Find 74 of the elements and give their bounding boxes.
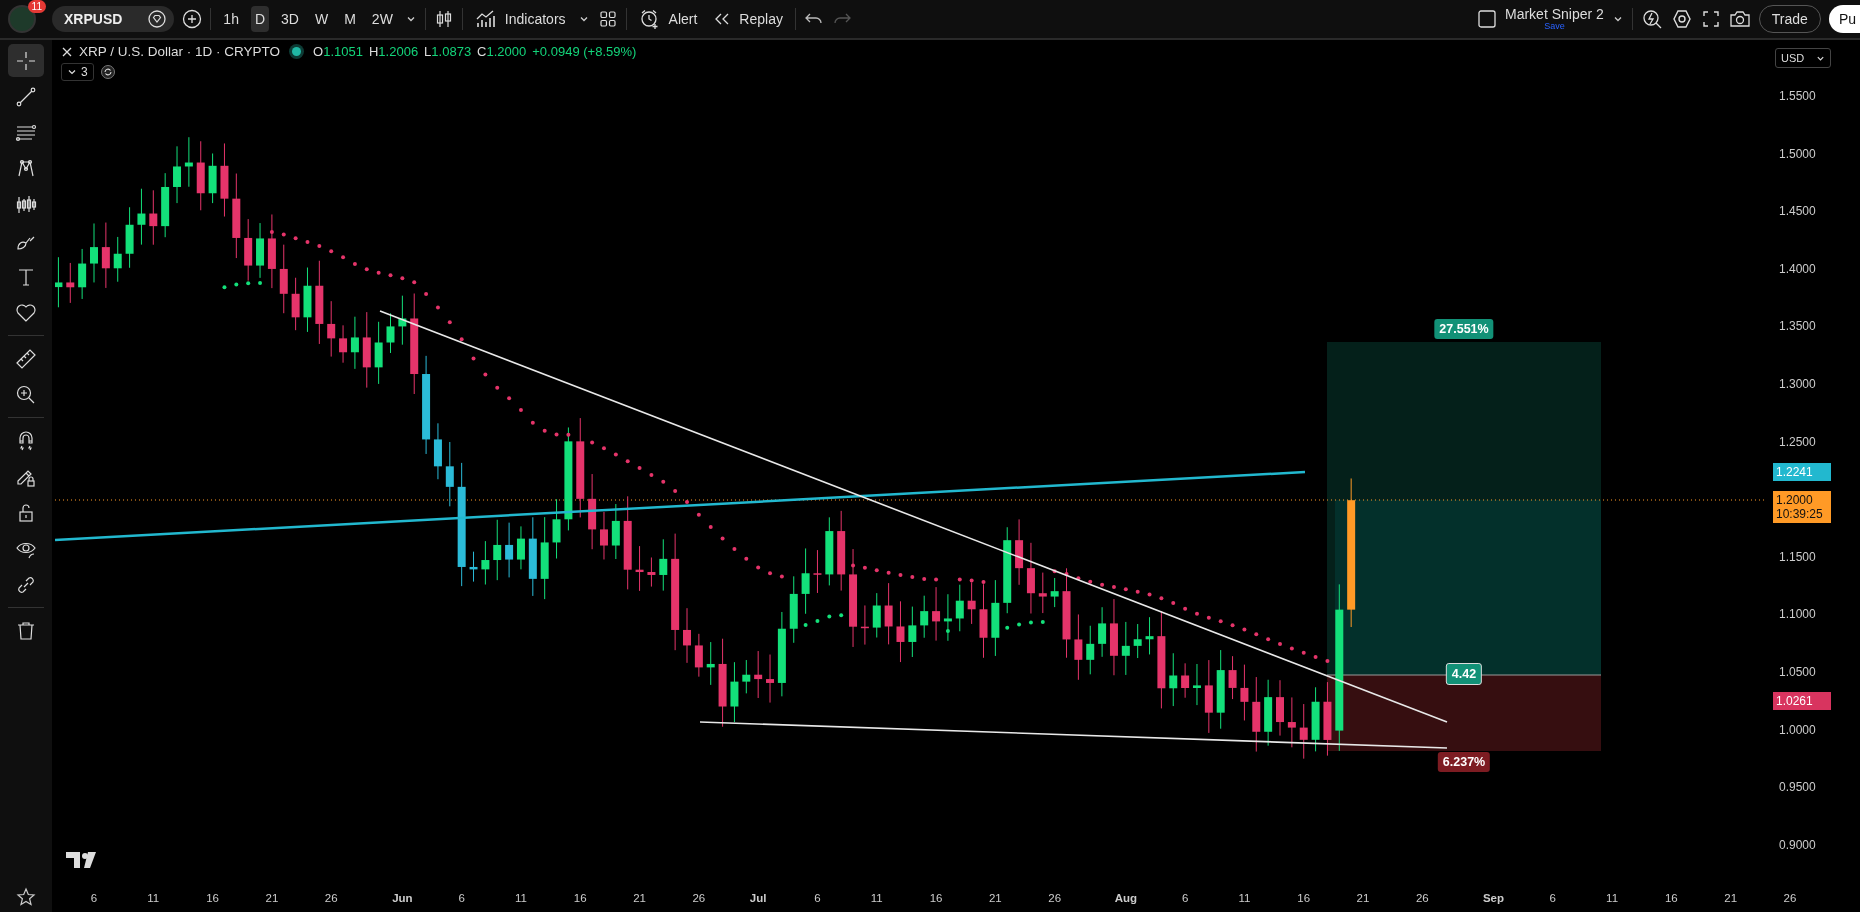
time-tick: 21 [1356, 892, 1370, 904]
price-value: 1.0261 [1776, 693, 1814, 708]
price-tick: 1.1000 [1779, 607, 1816, 622]
price-tick: 1.4500 [1779, 204, 1816, 219]
symbol-title: XRP / U.S. Dollar · 1D · CRYPTO [79, 44, 281, 59]
currency-dropdown[interactable]: USD [1775, 48, 1831, 68]
indicators-toggle[interactable]: 3 [61, 63, 94, 81]
ohlc-value: 1.0873 [431, 44, 472, 59]
risk-reward-ratio: 4.42 [1445, 663, 1483, 685]
time-tick: 11 [1606, 892, 1619, 904]
notification-badge: 11 [27, 0, 46, 13]
time-tick: 26 [692, 892, 706, 904]
time-tick: 26 [1415, 892, 1429, 904]
time-tick: 11 [147, 892, 160, 904]
price-tick: 1.4000 [1779, 261, 1816, 276]
ohlc-value: 1.2000 [486, 44, 527, 59]
ohlc-label: H [368, 44, 379, 59]
interval-button[interactable]: 1h [219, 6, 243, 32]
interval-button[interactable]: W [310, 6, 333, 32]
price-value: 1.2000 [1776, 493, 1814, 508]
time-tick: 16 [929, 892, 943, 904]
price-tick: 1.3000 [1779, 377, 1816, 391]
time-tick: 16 [573, 892, 587, 904]
time-tick: Aug [1114, 892, 1137, 904]
time-tick: 16 [206, 892, 219, 904]
price-tick: 1.0500 [1779, 665, 1816, 679]
time-tick: 21 [633, 892, 646, 904]
ohlc-label: L [424, 44, 432, 59]
target-percent: 27.551% [1434, 319, 1494, 339]
price-tick: 0.9500 [1779, 780, 1816, 795]
time-tick: 6 [814, 892, 821, 904]
price-change: +0.0949 (+8.59%) [532, 44, 637, 59]
price-tick: 1.5500 [1779, 89, 1816, 103]
symbol-search[interactable]: XRPUSD [52, 6, 175, 32]
time-tick: 6 [90, 892, 98, 904]
price-tick: 1.2500 [1779, 434, 1816, 449]
price-tick: 1.1500 [1779, 549, 1816, 564]
time-tick: 11 [1238, 892, 1251, 904]
price-tick: 0.9000 [1779, 837, 1816, 852]
time-tick: Sep [1482, 892, 1504, 904]
ohlc-label: C [477, 44, 487, 59]
time-tick: Jul [749, 892, 767, 904]
alert-button[interactable]: Alert [634, 4, 702, 34]
time-tick: 26 [324, 892, 338, 904]
bar-countdown: 10:39:25 [1776, 507, 1824, 522]
time-tick: 6 [1549, 892, 1556, 904]
interval-button[interactable]: D [250, 6, 270, 32]
ohlc-value: 1.1051 [323, 44, 363, 59]
time-tick: 6 [1181, 892, 1189, 904]
time-tick: 11 [870, 892, 883, 904]
interval-button[interactable]: 2W [367, 6, 397, 32]
time-tick: 16 [1297, 892, 1311, 904]
time-tick: 26 [1783, 892, 1797, 904]
publish-button[interactable]: Pu [1828, 5, 1860, 33]
time-tick: 16 [1665, 892, 1678, 904]
price-tick: 1.0000 [1779, 722, 1816, 737]
time-tick: 21 [265, 892, 279, 904]
time-tick: 6 [458, 892, 465, 904]
replay-button[interactable]: Replay [709, 7, 787, 31]
layout-menu[interactable]: Market Sniper 2 Save [1505, 7, 1604, 31]
indicators-button[interactable]: Indicators [470, 5, 570, 33]
interval-button[interactable]: 3D [277, 6, 303, 32]
time-tick: 26 [1048, 892, 1062, 904]
ohlc-value: 1.2006 [378, 44, 419, 59]
ohlc-label: O [313, 44, 324, 59]
time-tick: 21 [1724, 892, 1738, 904]
time-tick: 11 [515, 892, 527, 904]
time-tick: Jun [392, 892, 413, 904]
interval-button[interactable]: M [340, 6, 360, 32]
price-tick: 1.3500 [1779, 319, 1816, 334]
time-tick: 21 [988, 892, 1002, 904]
stop-percent: 6.237% [1437, 752, 1491, 772]
price-value: 1.2241 [1776, 465, 1814, 480]
price-tick: 1.5000 [1779, 146, 1816, 161]
